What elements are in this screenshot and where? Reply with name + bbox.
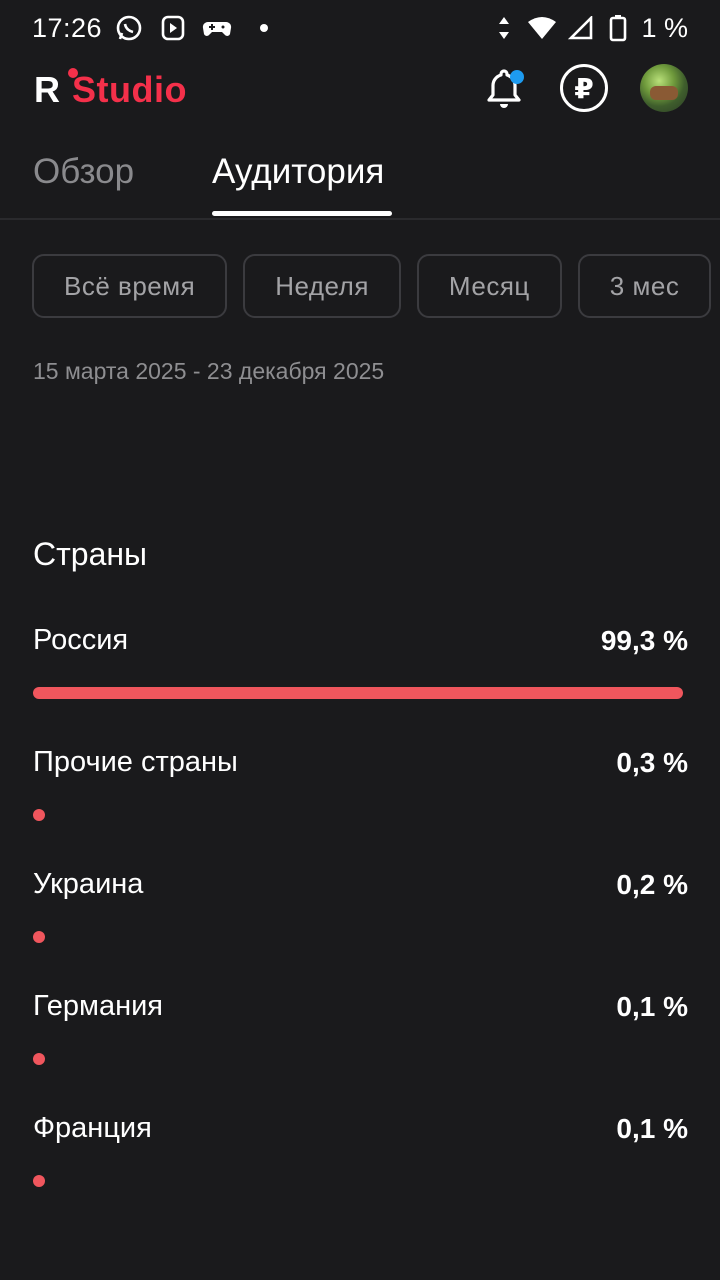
status-time: 17:26	[32, 12, 103, 43]
country-percent: 0,2 %	[616, 868, 688, 900]
section-title: Страны	[33, 536, 148, 572]
filter-all-time[interactable]: Всё время	[32, 254, 228, 318]
country-item: Прочие страны 0,3 %	[33, 746, 688, 821]
tab-audience[interactable]: Аудитория	[212, 152, 384, 192]
logo-text: Studio	[72, 69, 187, 110]
app-bar: R Studio ₽	[0, 56, 720, 120]
logo-dot	[68, 68, 78, 78]
notifications-button[interactable]	[480, 64, 528, 112]
battery-percent: 1 %	[641, 12, 688, 43]
active-tab-indicator	[212, 211, 392, 216]
country-item: Россия 99,3 %	[33, 624, 688, 699]
dot-icon	[260, 24, 269, 32]
country-percent: 0,3 %	[616, 746, 688, 778]
filter-3-months[interactable]: 3 мес	[577, 254, 712, 318]
notification-badge	[510, 70, 524, 84]
tab-overview[interactable]: Обзор	[33, 152, 134, 192]
avatar[interactable]	[640, 64, 688, 112]
country-name: Прочие страны	[33, 746, 238, 778]
country-item: Франция 0,1 %	[33, 1112, 688, 1187]
cellular-icon	[565, 13, 595, 43]
status-bar: 17:26 1 %	[0, 0, 720, 56]
country-share-bar	[33, 687, 683, 699]
country-name: Украина	[33, 868, 144, 900]
filter-month[interactable]: Месяц	[416, 254, 562, 318]
whatsapp-icon	[114, 13, 144, 43]
country-item: Украина 0,2 %	[33, 868, 688, 943]
monetization-button[interactable]: ₽	[560, 64, 608, 112]
country-name: Франция	[33, 1112, 152, 1144]
logo-r: R	[34, 69, 60, 110]
period-filters: Всё время Неделя Месяц 3 мес	[32, 254, 712, 320]
country-name: Германия	[33, 990, 164, 1022]
country-percent: 0,1 %	[616, 1112, 688, 1144]
wifi-icon	[527, 13, 557, 43]
battery-icon	[603, 13, 633, 43]
gamepad-icon	[202, 13, 232, 43]
play-store-icon	[158, 13, 188, 43]
country-share-bar	[33, 1175, 45, 1187]
filter-week[interactable]: Неделя	[243, 254, 401, 318]
data-arrows-icon	[489, 13, 519, 43]
date-range: 15 марта 2025 - 23 декабря 2025	[33, 358, 385, 384]
country-share-bar	[33, 931, 45, 943]
country-share-bar	[33, 1053, 45, 1065]
rstudio-logo: R Studio	[34, 68, 187, 108]
tab-bar: Обзор Аудитория	[0, 120, 720, 220]
country-name: Россия	[33, 624, 129, 656]
country-percent: 99,3 %	[600, 624, 688, 656]
country-item: Германия 0,1 %	[33, 990, 688, 1065]
country-share-bar	[33, 809, 45, 821]
country-percent: 0,1 %	[616, 990, 688, 1022]
ruble-icon: ₽	[574, 72, 594, 104]
